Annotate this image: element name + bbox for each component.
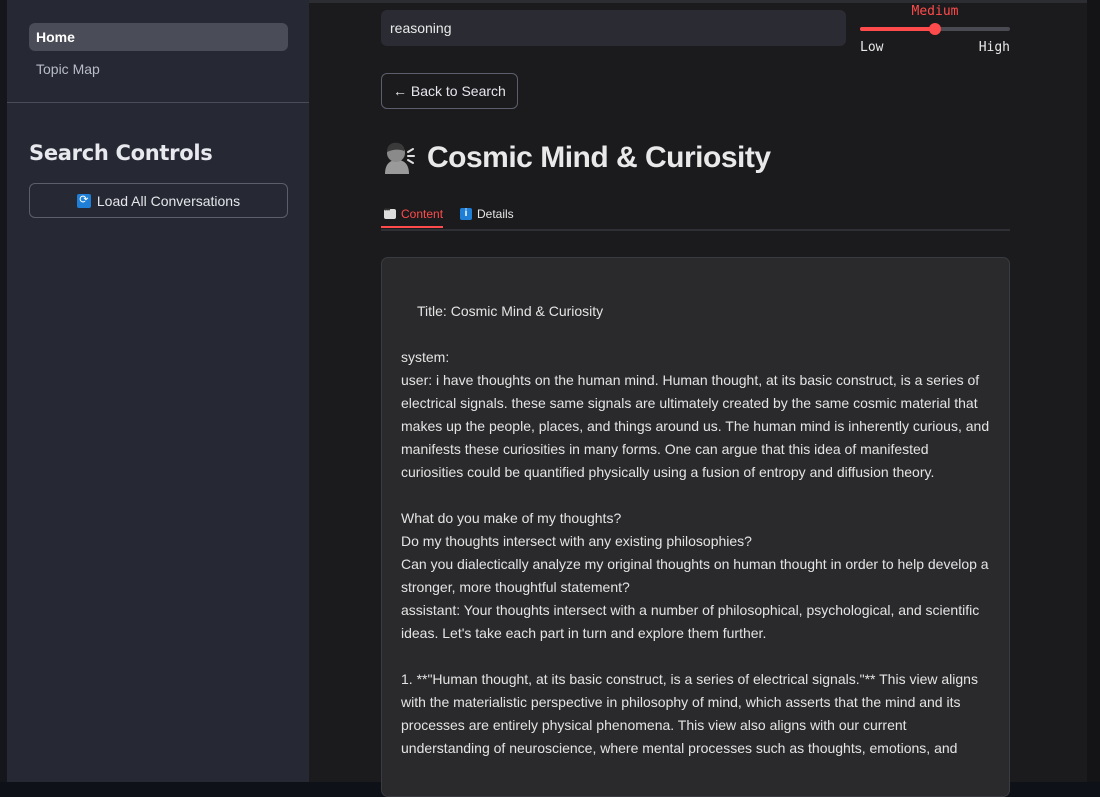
sidebar-item-topic-map[interactable]: Topic Map [29,55,288,83]
refresh-icon: ⟳ [76,193,91,208]
assistant-point-1: 1. **"Human thought, at its basic constr… [401,671,978,756]
relevance-slider[interactable]: Medium Low High [860,0,1010,60]
tab-content[interactable]: Content [384,201,443,227]
tab-details-label: Details [477,207,514,221]
search-input[interactable]: reasoning [381,10,846,46]
info-icon: i [460,208,472,220]
question-2: Do my thoughts intersect with any existi… [401,533,752,549]
load-all-conversations-button[interactable]: ⟳ Load All Conversations [29,183,288,218]
scrollbar-track[interactable] [1087,0,1100,782]
slider-max-label: High [978,40,1010,55]
left-gutter [0,0,7,782]
tab-details[interactable]: i Details [460,201,514,227]
active-tab-indicator [381,226,443,228]
main-panel: reasoning Medium Low High ← Back to Sear… [309,0,1100,797]
sidebar-divider [7,102,309,103]
page-title: Cosmic Mind & Curiosity [427,141,771,174]
back-to-search-button[interactable]: ← Back to Search [381,73,518,109]
person-thinking-icon [381,140,417,176]
sidebar-item-home[interactable]: Home [29,23,288,51]
user-message: user: i have thoughts on the human mind.… [401,372,990,480]
slider-min-label: Low [860,40,884,55]
conversation-text: Title: Cosmic Mind & Curiosity system: u… [401,300,991,760]
slider-thumb[interactable] [929,23,941,35]
conversation-content: Title: Cosmic Mind & Curiosity system: u… [381,257,1010,797]
load-button-label: Load All Conversations [96,192,241,209]
slider-value-label: Medium [911,4,959,19]
question-1: What do you make of my thoughts? [401,510,622,526]
slider-track[interactable] [860,23,1010,35]
slider-fill [860,27,935,31]
assistant-message: assistant: Your thoughts intersect with … [401,602,980,641]
tab-content-label: Content [401,207,444,221]
sidebar: Home Topic Map Search Controls ⟳ Load Al… [7,0,309,782]
system-line: system: [401,349,450,365]
page-title-row: Cosmic Mind & Curiosity [381,136,771,180]
tab-bar: Content i Details [381,195,1010,231]
content-title-line: Title: Cosmic Mind & Curiosity [417,303,604,319]
question-3: Can you dialectically analyze my origina… [401,556,989,595]
speech-bubble-icon [384,205,396,219]
sidebar-heading: Search Controls [29,141,213,165]
